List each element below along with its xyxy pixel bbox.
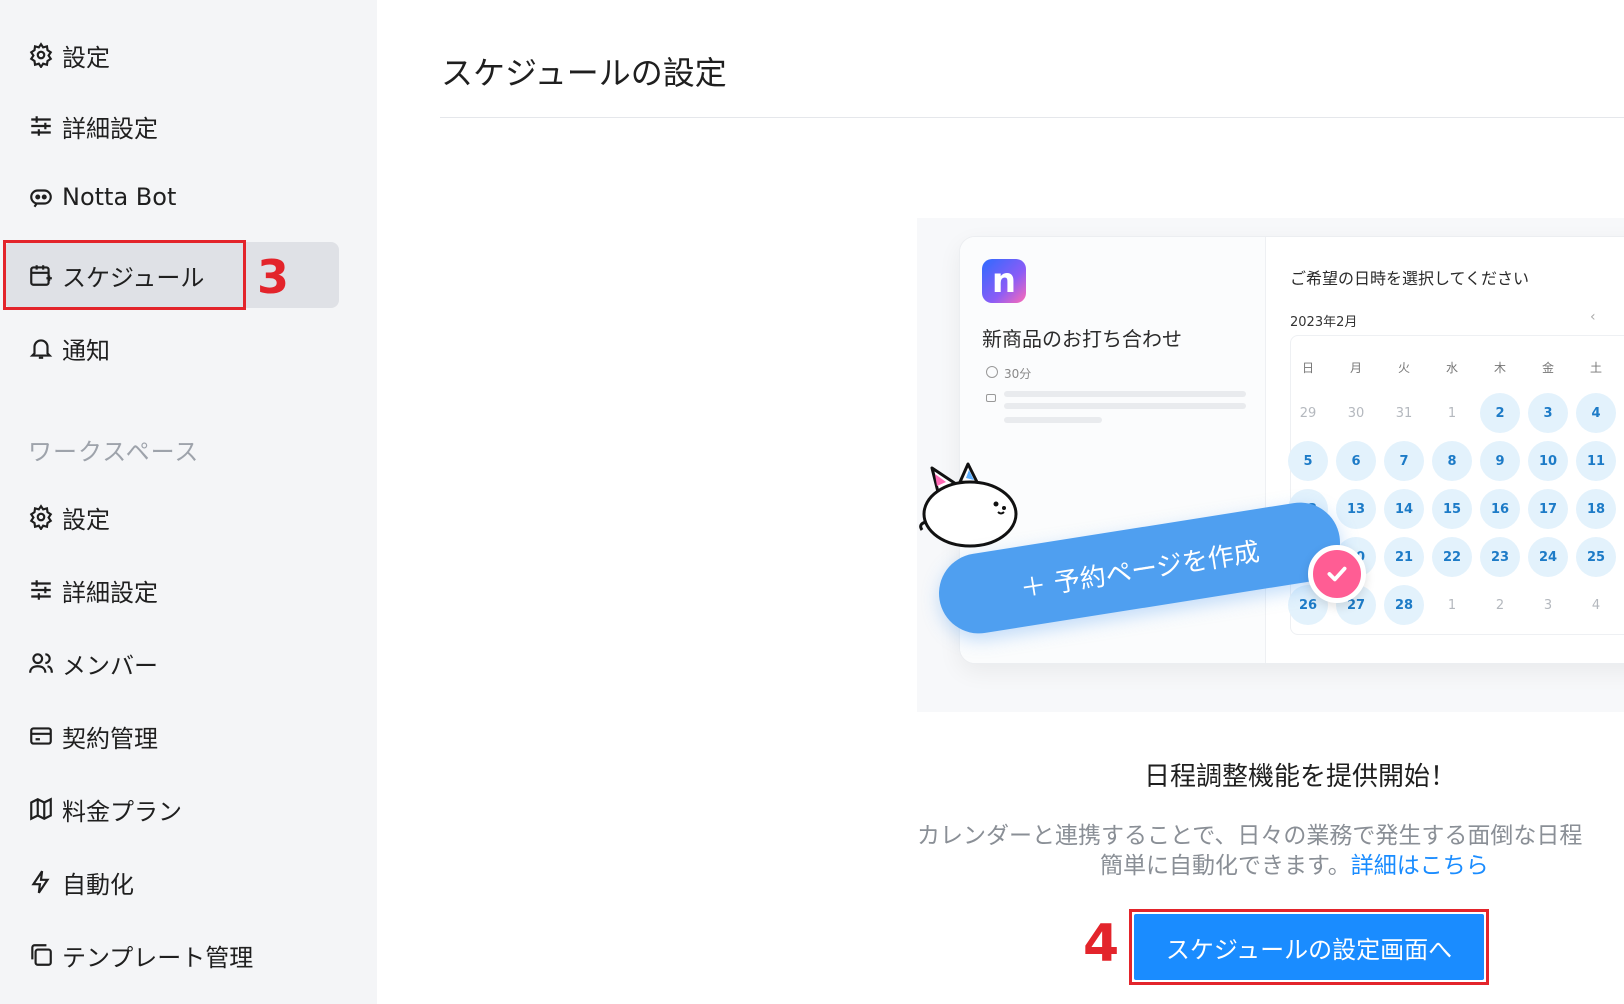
sidebar-item-workspace-settings[interactable]: 設定 bbox=[28, 497, 110, 537]
workspace-section-label: ワークスペース bbox=[28, 438, 200, 466]
sliders-icon bbox=[31, 580, 51, 600]
calendar-day: 4 bbox=[1576, 393, 1616, 433]
sidebar-item-label: 契約管理 bbox=[62, 724, 158, 753]
clock-icon bbox=[986, 366, 998, 378]
calendar-day: 3 bbox=[1528, 393, 1568, 433]
calendar-day: 2 bbox=[1480, 393, 1520, 433]
template-icon bbox=[31, 944, 52, 966]
calendar-prompt: ご希望の日時を選択してください bbox=[1290, 269, 1530, 288]
rabbit-mascot-icon bbox=[919, 462, 1018, 548]
card-icon bbox=[30, 727, 52, 745]
video-icon bbox=[986, 394, 996, 402]
schedule-settings-button[interactable]: スケジュールの設定画面へ bbox=[1134, 914, 1484, 980]
weekday-label: 土 bbox=[1589, 361, 1602, 375]
sidebar-item-members[interactable]: メンバー bbox=[28, 643, 158, 683]
feature-title: 日程調整機能を提供開始！ bbox=[1143, 762, 1456, 792]
details-link[interactable]: 詳細はこちら bbox=[1351, 853, 1489, 879]
calendar-day: 1 bbox=[1447, 597, 1457, 613]
step4-number: 4 bbox=[1083, 914, 1120, 974]
sidebar-item-workspace-advanced[interactable]: 詳細設定 bbox=[28, 570, 158, 610]
sidebar-item-label: テンプレート管理 bbox=[62, 943, 254, 972]
gear-icon bbox=[29, 42, 53, 68]
feature-description-line1: カレンダーと連携することで、日々の業務で発生する面倒な日程 bbox=[917, 823, 1583, 849]
calendar-day: 31 bbox=[1395, 405, 1413, 421]
sidebar-item-advanced-settings[interactable]: 詳細設定 bbox=[28, 106, 158, 146]
calendar-day: 25 bbox=[1576, 537, 1616, 577]
sidebar-item-label: Notta Bot bbox=[62, 183, 177, 211]
calendar-day: 24 bbox=[1528, 537, 1568, 577]
notta-logo: n bbox=[982, 259, 1026, 303]
header-divider bbox=[440, 117, 1624, 118]
calendar-day: 5 bbox=[1288, 441, 1328, 481]
weekday-label: 金 bbox=[1541, 361, 1554, 375]
sidebar-item-label: 設定 bbox=[62, 505, 110, 534]
calendar-day: 16 bbox=[1480, 489, 1520, 529]
calendar-day: 7 bbox=[1384, 441, 1424, 481]
feature-description-text: 簡単に自動化できます。 bbox=[1100, 853, 1351, 879]
bell-icon bbox=[29, 339, 53, 359]
calendar-day: 15 bbox=[1432, 489, 1472, 529]
sidebar-item-label: 自動化 bbox=[62, 870, 134, 899]
sidebar-item-automation[interactable]: 自動化 bbox=[28, 862, 134, 902]
calendar-day: 8 bbox=[1432, 441, 1472, 481]
meeting-title: 新商品のお打ち合わせ bbox=[982, 327, 1182, 351]
map-icon bbox=[30, 797, 52, 821]
sidebar-item-templates[interactable]: テンプレート管理 bbox=[28, 935, 253, 975]
calendar-day: 22 bbox=[1432, 537, 1472, 577]
page-title: スケジュールの設定 bbox=[441, 54, 727, 92]
calendar-day: 1 bbox=[1447, 405, 1457, 421]
calendar-day: 30 bbox=[1347, 405, 1365, 421]
users-icon bbox=[29, 653, 53, 673]
weekday-label: 木 bbox=[1493, 361, 1506, 375]
weekday-label: 火 bbox=[1397, 361, 1410, 375]
sidebar-item-label: メンバー bbox=[62, 651, 158, 680]
gear-icon bbox=[29, 504, 53, 530]
calendar-day: 13 bbox=[1336, 489, 1376, 529]
meeting-duration: 30分 bbox=[1004, 367, 1032, 381]
sidebar-item-notifications[interactable]: 通知 bbox=[28, 328, 110, 368]
calendar-day: 14 bbox=[1384, 489, 1424, 529]
calendar-day: 3 bbox=[1543, 597, 1553, 613]
weekday-label: 月 bbox=[1349, 361, 1362, 375]
calendar-day: 6 bbox=[1336, 441, 1376, 481]
sidebar-item-label: 設定 bbox=[62, 43, 110, 72]
sidebar-item-notta-bot[interactable]: Notta Bot bbox=[28, 177, 176, 217]
calendar-day: 29 bbox=[1299, 405, 1317, 421]
check-icon bbox=[1308, 545, 1366, 603]
sidebar-item-label: 通知 bbox=[62, 336, 110, 365]
bot-icon bbox=[30, 189, 52, 208]
sidebar-item-contract[interactable]: 契約管理 bbox=[28, 716, 158, 756]
step3-number: 3 bbox=[257, 250, 290, 304]
step3-highlight-box bbox=[3, 240, 246, 310]
placeholder-line bbox=[1004, 417, 1102, 423]
calendar-day: 2 bbox=[1495, 597, 1505, 613]
weekday-label: 水 bbox=[1445, 361, 1458, 375]
weekday-label: 日 bbox=[1301, 361, 1314, 375]
calendar-day: 4 bbox=[1591, 597, 1601, 613]
sidebar: 設定 詳細設定 Notta Bot スケジュール 通知 ワークスペース 設定 詳… bbox=[0, 0, 377, 1004]
calendar-day: 21 bbox=[1384, 537, 1424, 577]
calendar-day: 18 bbox=[1576, 489, 1616, 529]
sidebar-item-label: 詳細設定 bbox=[62, 114, 158, 143]
calendar-day: 10 bbox=[1528, 441, 1568, 481]
chevron-left-icon: ‹ bbox=[1590, 309, 1596, 325]
sidebar-item-settings[interactable]: 設定 bbox=[28, 35, 110, 75]
placeholder-line bbox=[1004, 391, 1246, 397]
calendar-day: 11 bbox=[1576, 441, 1616, 481]
calendar-day: 28 bbox=[1384, 585, 1424, 625]
lightning-icon bbox=[31, 870, 50, 894]
sidebar-item-label: 料金プラン bbox=[62, 797, 182, 826]
calendar-month: 2023年2月 bbox=[1290, 315, 1358, 330]
sliders-icon bbox=[31, 116, 51, 136]
calendar-day: 23 bbox=[1480, 537, 1520, 577]
sidebar-item-pricing[interactable]: 料金プラン bbox=[28, 789, 182, 829]
feature-description-line2: 簡単に自動化できます。詳細はこちら bbox=[1100, 846, 1489, 880]
placeholder-line bbox=[1004, 403, 1246, 409]
calendar-day: 9 bbox=[1480, 441, 1520, 481]
sidebar-item-label: 詳細設定 bbox=[62, 578, 158, 607]
calendar-day: 17 bbox=[1528, 489, 1568, 529]
